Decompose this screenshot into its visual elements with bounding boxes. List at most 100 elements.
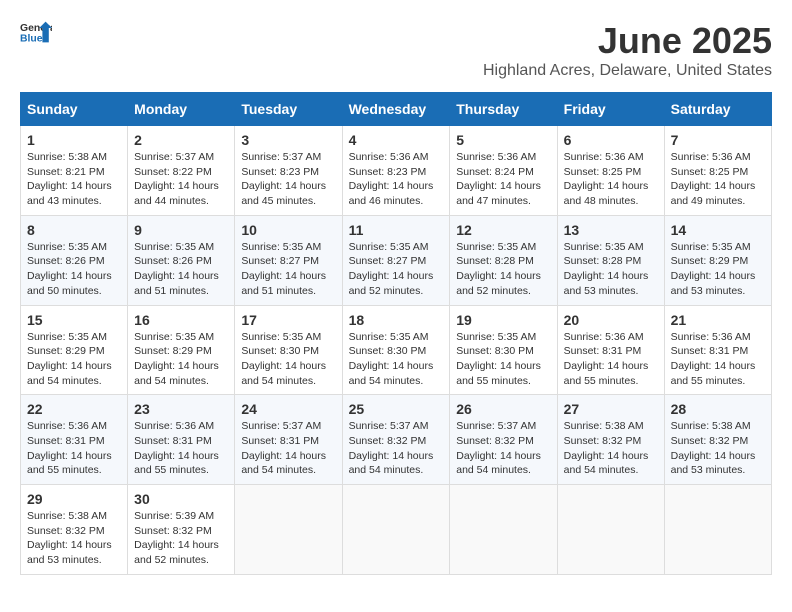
calendar-day-13: 13Sunrise: 5:35 AMSunset: 8:28 PMDayligh… — [557, 215, 664, 305]
calendar-day-29: 29Sunrise: 5:38 AMSunset: 8:32 PMDayligh… — [21, 485, 128, 575]
calendar-header-row: SundayMondayTuesdayWednesdayThursdayFrid… — [21, 93, 772, 126]
calendar-day-1: 1 Sunrise: 5:38 AMSunset: 8:21 PMDaylight… — [21, 126, 128, 216]
title-section: June 2025 Highland Acres, Delaware, Unit… — [483, 20, 772, 80]
day-number: 30 — [134, 491, 228, 507]
day-info: Sunrise: 5:37 AMSunset: 8:31 PMDaylight:… — [241, 419, 335, 478]
calendar-day-19: 19 Sunrise: 5:35 AMSunset: 8:30 PMDayligh… — [450, 305, 557, 395]
day-info: Sunrise: 5:39 AMSunset: 8:32 PMDaylight:… — [134, 509, 228, 568]
day-info: Sunrise: 5:36 AMSunset: 8:25 PMDaylight:… — [671, 150, 765, 209]
calendar-day-18: 18Sunrise: 5:35 AMSunset: 8:30 PMDayligh… — [342, 305, 450, 395]
calendar-day-22: 22 Sunrise: 5:36 AMSunset: 8:31 PMDayligh… — [21, 395, 128, 485]
day-number: 7 — [671, 132, 765, 148]
day-info: Sunrise: 5:35 AMSunset: 8:26 PMDaylight:… — [27, 240, 121, 299]
empty-cell — [664, 485, 771, 575]
day-number: 6 — [564, 132, 658, 148]
calendar-day-16: 16 Sunrise: 5:35 AMSunset: 8:29 PMDayligh… — [128, 305, 235, 395]
day-info: Sunrise: 5:36 AMSunset: 8:24 PMDaylight:… — [456, 150, 550, 209]
day-info: Sunrise: 5:35 AMSunset: 8:29 PMDaylight:… — [27, 330, 121, 389]
day-info: Sunrise: 5:38 AMSunset: 8:21 PMDaylight:… — [27, 150, 121, 209]
header-day-thursday: Thursday — [450, 93, 557, 126]
calendar-day-14: 14Sunrise: 5:35 AMSunset: 8:29 PMDayligh… — [664, 215, 771, 305]
header-day-monday: Monday — [128, 93, 235, 126]
calendar-day-4: 4 Sunrise: 5:36 AMSunset: 8:23 PMDaylight… — [342, 126, 450, 216]
day-number: 19 — [456, 312, 550, 328]
day-info: Sunrise: 5:37 AMSunset: 8:32 PMDaylight:… — [349, 419, 444, 478]
calendar-week-5: 29Sunrise: 5:38 AMSunset: 8:32 PMDayligh… — [21, 485, 772, 575]
day-number: 15 — [27, 312, 121, 328]
day-number: 17 — [241, 312, 335, 328]
calendar-day-17: 17Sunrise: 5:35 AMSunset: 8:30 PMDayligh… — [235, 305, 342, 395]
calendar-day-25: 25Sunrise: 5:37 AMSunset: 8:32 PMDayligh… — [342, 395, 450, 485]
day-number: 1 — [27, 132, 121, 148]
day-info: Sunrise: 5:36 AMSunset: 8:25 PMDaylight:… — [564, 150, 658, 209]
calendar-day-28: 28 Sunrise: 5:38 AMSunset: 8:32 PMDayligh… — [664, 395, 771, 485]
day-number: 16 — [134, 312, 228, 328]
calendar-day-7: 7 Sunrise: 5:36 AMSunset: 8:25 PMDaylight… — [664, 126, 771, 216]
header-day-sunday: Sunday — [21, 93, 128, 126]
day-info: Sunrise: 5:38 AMSunset: 8:32 PMDaylight:… — [27, 509, 121, 568]
calendar-day-20: 20 Sunrise: 5:36 AMSunset: 8:31 PMDayligh… — [557, 305, 664, 395]
day-number: 4 — [349, 132, 444, 148]
day-info: Sunrise: 5:35 AMSunset: 8:28 PMDaylight:… — [456, 240, 550, 299]
day-number: 26 — [456, 401, 550, 417]
day-info: Sunrise: 5:38 AMSunset: 8:32 PMDaylight:… — [671, 419, 765, 478]
calendar-day-5: 5 Sunrise: 5:36 AMSunset: 8:24 PMDaylight… — [450, 126, 557, 216]
day-info: Sunrise: 5:36 AMSunset: 8:31 PMDaylight:… — [564, 330, 658, 389]
day-info: Sunrise: 5:37 AMSunset: 8:22 PMDaylight:… — [134, 150, 228, 209]
day-number: 10 — [241, 222, 335, 238]
logo-icon: General Blue — [20, 20, 52, 44]
month-title: June 2025 — [483, 20, 772, 62]
day-info: Sunrise: 5:35 AMSunset: 8:29 PMDaylight:… — [671, 240, 765, 299]
day-number: 21 — [671, 312, 765, 328]
calendar-day-3: 3Sunrise: 5:37 AMSunset: 8:23 PMDaylight… — [235, 126, 342, 216]
header-day-wednesday: Wednesday — [342, 93, 450, 126]
calendar-week-2: 8 Sunrise: 5:35 AMSunset: 8:26 PMDaylight… — [21, 215, 772, 305]
calendar-day-11: 11 Sunrise: 5:35 AMSunset: 8:27 PMDayligh… — [342, 215, 450, 305]
day-info: Sunrise: 5:36 AMSunset: 8:31 PMDaylight:… — [27, 419, 121, 478]
calendar-day-27: 27 Sunrise: 5:38 AMSunset: 8:32 PMDayligh… — [557, 395, 664, 485]
day-number: 24 — [241, 401, 335, 417]
empty-cell — [235, 485, 342, 575]
header: General Blue June 2025 Highland Acres, D… — [20, 20, 772, 80]
header-day-saturday: Saturday — [664, 93, 771, 126]
calendar-week-3: 15 Sunrise: 5:35 AMSunset: 8:29 PMDayligh… — [21, 305, 772, 395]
day-number: 28 — [671, 401, 765, 417]
calendar-day-15: 15 Sunrise: 5:35 AMSunset: 8:29 PMDayligh… — [21, 305, 128, 395]
calendar-day-10: 10 Sunrise: 5:35 AMSunset: 8:27 PMDayligh… — [235, 215, 342, 305]
day-number: 20 — [564, 312, 658, 328]
day-info: Sunrise: 5:36 AMSunset: 8:31 PMDaylight:… — [671, 330, 765, 389]
day-number: 18 — [349, 312, 444, 328]
calendar-day-26: 26 Sunrise: 5:37 AMSunset: 8:32 PMDayligh… — [450, 395, 557, 485]
calendar-day-12: 12Sunrise: 5:35 AMSunset: 8:28 PMDayligh… — [450, 215, 557, 305]
day-info: Sunrise: 5:38 AMSunset: 8:32 PMDaylight:… — [564, 419, 658, 478]
day-number: 2 — [134, 132, 228, 148]
svg-text:Blue: Blue — [20, 34, 43, 44]
day-info: Sunrise: 5:35 AMSunset: 8:30 PMDaylight:… — [456, 330, 550, 389]
day-number: 22 — [27, 401, 121, 417]
day-info: Sunrise: 5:36 AMSunset: 8:31 PMDaylight:… — [134, 419, 228, 478]
calendar-day-2: 2 Sunrise: 5:37 AMSunset: 8:22 PMDaylight… — [128, 126, 235, 216]
empty-cell — [557, 485, 664, 575]
calendar: SundayMondayTuesdayWednesdayThursdayFrid… — [20, 92, 772, 575]
day-info: Sunrise: 5:35 AMSunset: 8:28 PMDaylight:… — [564, 240, 658, 299]
day-number: 5 — [456, 132, 550, 148]
day-number: 27 — [564, 401, 658, 417]
day-number: 8 — [27, 222, 121, 238]
location-title: Highland Acres, Delaware, United States — [483, 62, 772, 80]
day-info: Sunrise: 5:35 AMSunset: 8:27 PMDaylight:… — [349, 240, 444, 299]
day-info: Sunrise: 5:37 AMSunset: 8:32 PMDaylight:… — [456, 419, 550, 478]
day-info: Sunrise: 5:35 AMSunset: 8:27 PMDaylight:… — [241, 240, 335, 299]
header-day-friday: Friday — [557, 93, 664, 126]
day-info: Sunrise: 5:37 AMSunset: 8:23 PMDaylight:… — [241, 150, 335, 209]
day-info: Sunrise: 5:36 AMSunset: 8:23 PMDaylight:… — [349, 150, 444, 209]
day-number: 23 — [134, 401, 228, 417]
empty-cell — [342, 485, 450, 575]
day-number: 11 — [349, 222, 444, 238]
calendar-day-6: 6 Sunrise: 5:36 AMSunset: 8:25 PMDaylight… — [557, 126, 664, 216]
calendar-week-1: 1 Sunrise: 5:38 AMSunset: 8:21 PMDaylight… — [21, 126, 772, 216]
calendar-day-21: 21 Sunrise: 5:36 AMSunset: 8:31 PMDayligh… — [664, 305, 771, 395]
day-number: 9 — [134, 222, 228, 238]
day-info: Sunrise: 5:35 AMSunset: 8:29 PMDaylight:… — [134, 330, 228, 389]
calendar-week-4: 22 Sunrise: 5:36 AMSunset: 8:31 PMDayligh… — [21, 395, 772, 485]
calendar-day-30: 30 Sunrise: 5:39 AMSunset: 8:32 PMDayligh… — [128, 485, 235, 575]
